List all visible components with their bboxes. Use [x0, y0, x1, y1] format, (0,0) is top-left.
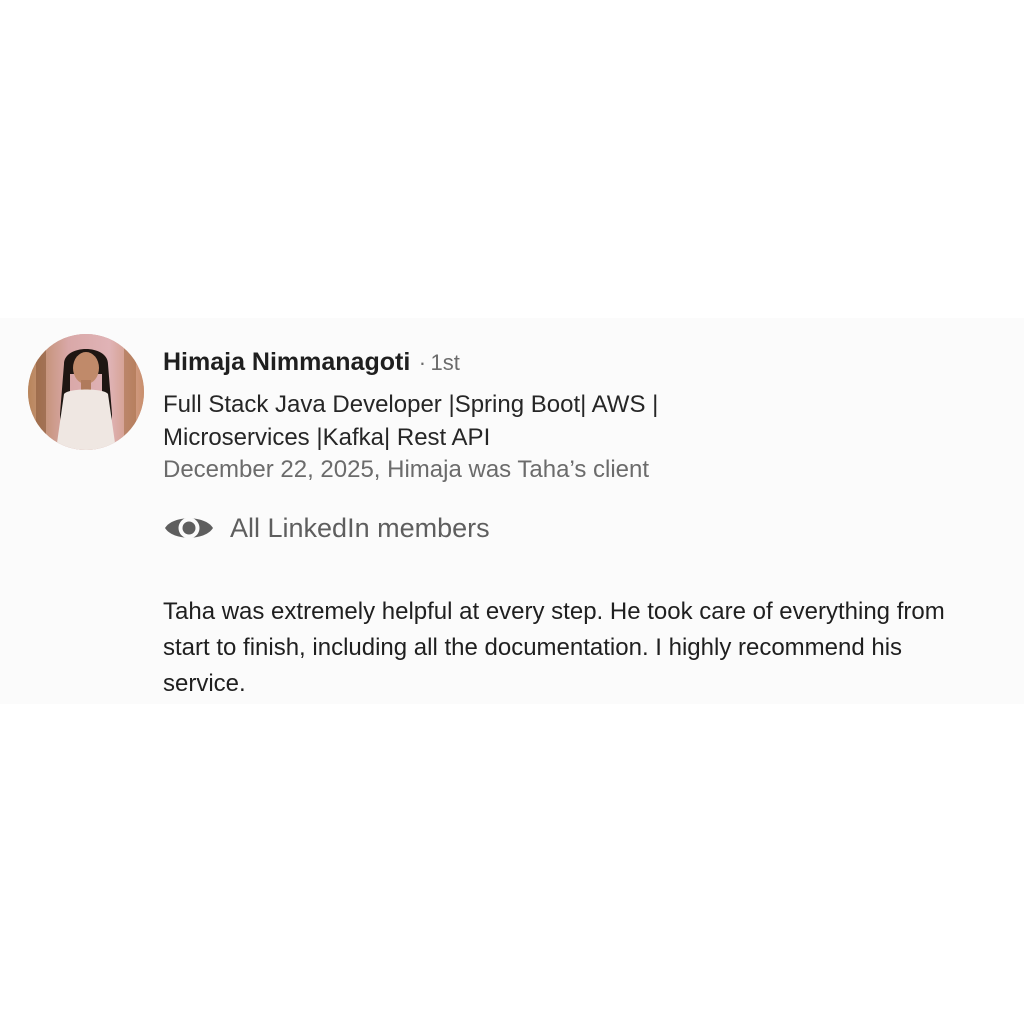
- eye-icon: [163, 510, 215, 546]
- visibility-label: All LinkedIn members: [230, 512, 490, 543]
- author-name-row: Himaja Nimmanagoti · 1st: [163, 345, 460, 383]
- author-headline: Full Stack Java Developer |Spring Boot| …: [163, 391, 659, 451]
- connection-degree: 1st: [430, 350, 460, 375]
- author-name[interactable]: Himaja Nimmanagoti: [163, 348, 410, 376]
- recommendation-text: Taha was extremely helpful at every step…: [163, 598, 945, 697]
- degree-separator: ·: [418, 350, 427, 375]
- visibility-setting[interactable]: All LinkedIn members: [163, 508, 490, 548]
- page: Himaja Nimmanagoti · 1st Full Stack Java…: [0, 0, 1024, 1024]
- recommendation-date: December 22, 2025, Himaja was Taha’s cli…: [163, 456, 650, 483]
- avatar[interactable]: [28, 334, 144, 450]
